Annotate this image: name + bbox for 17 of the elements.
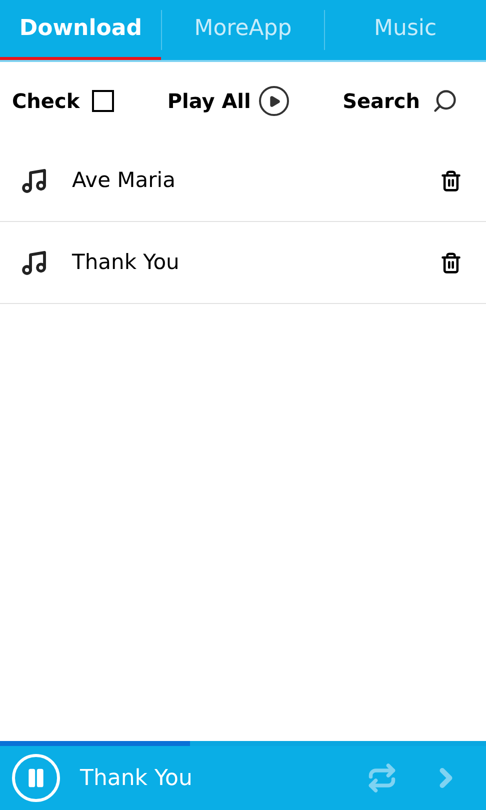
search-button[interactable]: Search — [342, 86, 458, 116]
play-icon — [258, 86, 289, 116]
music-note-icon — [20, 248, 48, 276]
now-playing-title: Thank You — [80, 764, 194, 792]
song-row[interactable]: Thank You — [0, 222, 486, 304]
trash-icon — [440, 170, 462, 192]
play-all-button[interactable]: Play All — [167, 86, 289, 116]
song-title: Ave Maria — [72, 166, 176, 194]
music-note-icon — [20, 166, 48, 194]
checkbox[interactable] — [92, 90, 114, 112]
check-label: Check — [12, 88, 80, 115]
pause-button[interactable] — [12, 754, 60, 802]
repeat-icon — [367, 763, 397, 793]
song-title: Thank You — [72, 248, 180, 276]
song-row[interactable]: Ave Maria — [0, 140, 486, 222]
trash-icon — [440, 252, 462, 274]
search-icon — [432, 88, 458, 114]
